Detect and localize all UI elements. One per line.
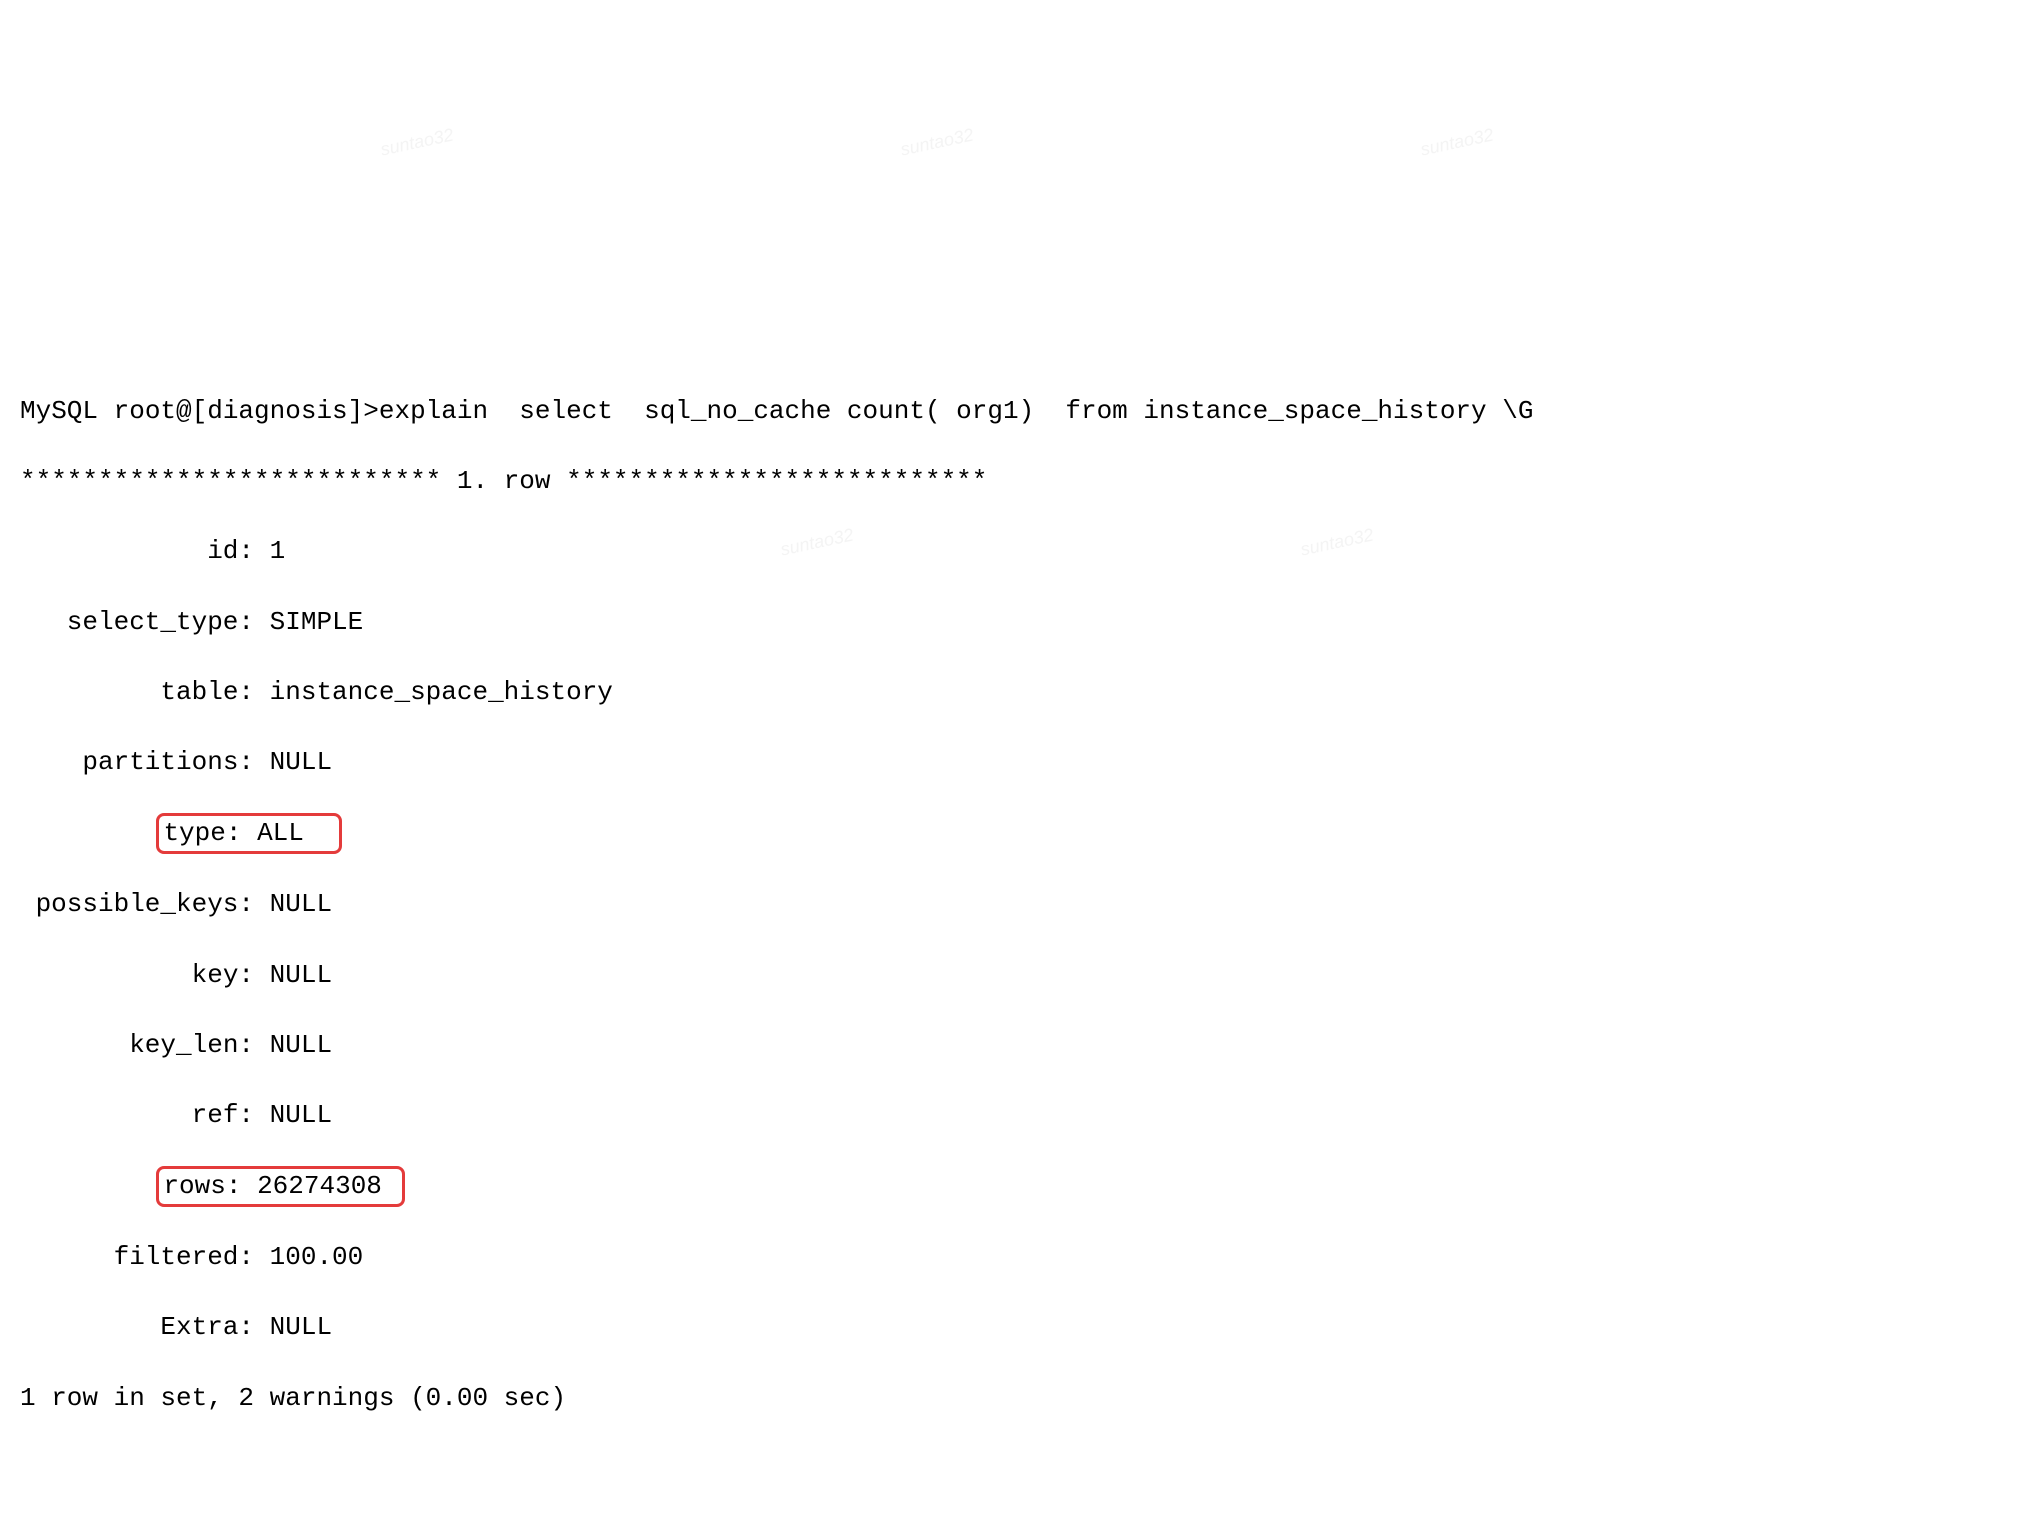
field-value: 100.00 [270,1240,364,1275]
footer-line: 1 row in set, 2 warnings (0.00 sec) [20,1381,2006,1416]
field-sep: : [238,1240,269,1275]
field-label: id [20,534,238,569]
field-value: NULL [270,1028,332,1063]
field-label: select_type [20,605,238,640]
row-header: *************************** 1. row *****… [20,464,2006,499]
field-sep: : [238,745,269,780]
field-value: NULL [270,887,332,922]
indent [20,818,160,848]
field-partitions: partitions: NULL [20,745,2006,780]
highlight-type: type: ALL [156,813,342,854]
field-type: type: ALL [20,815,2006,852]
stars-left: *************************** [20,466,441,496]
watermark: suntao32 [378,123,456,162]
highlight-rows: rows: 26274308 [156,1166,404,1207]
field-label: rows [163,1171,225,1201]
field-sep: : [238,1310,269,1345]
field-sep: : [238,887,269,922]
field-key-len: key_len: NULL [20,1028,2006,1063]
prompt-line: MySQL root@[diagnosis]>explain select sq… [20,394,2006,429]
field-value: 1 [270,534,286,569]
field-table: table: instance_space_history [20,675,2006,710]
indent [20,1171,160,1201]
field-value: NULL [270,1098,332,1133]
field-select-type: select_type: SIMPLE [20,605,2006,640]
field-key: key: NULL [20,958,2006,993]
field-value: ALL [257,816,304,851]
field-sep: : [238,534,269,569]
field-value: NULL [270,745,332,780]
field-sep: : [238,958,269,993]
field-sep: : [238,1028,269,1063]
field-possible-keys: possible_keys: NULL [20,887,2006,922]
field-id: id: 1 [20,534,2006,569]
field-value: instance_space_history [270,675,613,710]
field-sep: : [226,1169,257,1204]
field-label: Extra [20,1310,238,1345]
field-sep: : [238,675,269,710]
field-sep: : [238,1098,269,1133]
field-label: possible_keys [20,887,238,922]
field-label: key [20,958,238,993]
field-sep: : [226,816,257,851]
field-filtered: filtered: 100.00 [20,1240,2006,1275]
field-label: type [163,818,225,848]
stars-right: *************************** [566,466,987,496]
watermark: suntao32 [1418,123,1496,162]
field-rows: rows: 26274308 [20,1168,2006,1205]
field-value: SIMPLE [270,605,364,640]
field-label: table [20,675,238,710]
field-sep: : [238,605,269,640]
field-value: 26274308 [257,1169,382,1204]
row-label: 1. row [441,466,566,496]
field-label: partitions [20,745,238,780]
field-label: ref [20,1098,238,1133]
field-label: key_len [20,1028,238,1063]
watermark: suntao32 [898,123,976,162]
field-value: NULL [270,958,332,993]
field-value: NULL [270,1310,332,1345]
field-label: filtered [20,1240,238,1275]
field-ref: ref: NULL [20,1098,2006,1133]
field-extra: Extra: NULL [20,1310,2006,1345]
